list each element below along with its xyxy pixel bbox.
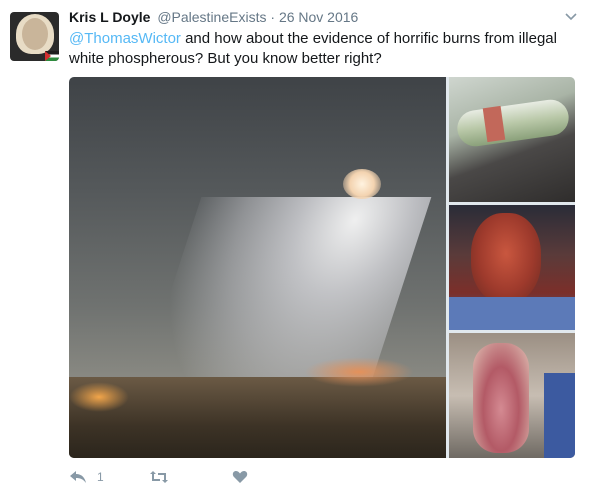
burst	[343, 169, 381, 199]
like-button[interactable]	[232, 466, 248, 488]
tweet[interactable]: Kris L Doyle @PalestineExists · 26 Nov 2…	[0, 0, 594, 490]
header-separator: ·	[270, 9, 276, 25]
pants	[544, 373, 575, 458]
shirt	[449, 297, 575, 330]
retweet-button[interactable]	[149, 466, 169, 488]
flag-badge-icon	[45, 51, 59, 61]
tweet-header: Kris L Doyle @PalestineExists · 26 Nov 2…	[69, 9, 358, 29]
burned-child	[473, 343, 529, 453]
reply-count: 1	[97, 470, 104, 484]
author-username[interactable]: @PalestineExists	[157, 9, 266, 25]
shell-casing	[455, 97, 571, 149]
media-photo-side-3[interactable]	[449, 333, 575, 458]
tweet-text: @ThomasWictor and how about the evidence…	[69, 29, 579, 69]
reply-button[interactable]: 1	[69, 466, 104, 488]
media-photo-main[interactable]	[69, 77, 446, 458]
tweet-timestamp[interactable]: 26 Nov 2016	[279, 9, 358, 25]
media-photo-side-2[interactable]	[449, 205, 575, 330]
avatar[interactable]	[10, 12, 59, 61]
avatar-face	[22, 18, 48, 50]
retweet-icon	[149, 470, 169, 484]
author-fullname[interactable]: Kris L Doyle	[69, 9, 150, 25]
reply-icon	[69, 470, 87, 484]
fire-glow	[304, 357, 414, 387]
burned-face	[471, 213, 541, 303]
mention-link[interactable]: @ThomasWictor	[69, 30, 181, 47]
heart-icon	[232, 470, 248, 484]
media-grid	[69, 77, 575, 458]
media-photo-side-1[interactable]	[449, 77, 575, 202]
fire-glow	[69, 382, 129, 412]
chevron-down-icon[interactable]	[563, 9, 579, 25]
